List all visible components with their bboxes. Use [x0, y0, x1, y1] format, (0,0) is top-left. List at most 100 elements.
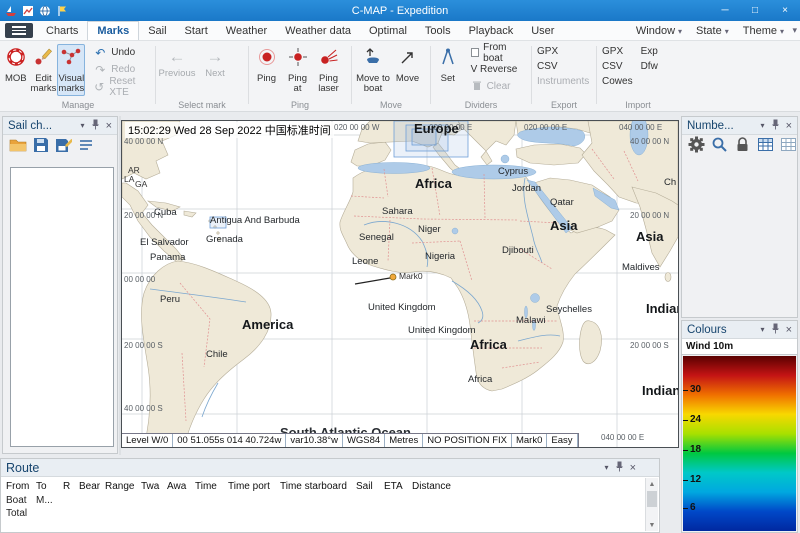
scale-tick — [683, 480, 688, 481]
chevron-down-icon: ▾ — [725, 27, 729, 36]
move-to-boat-button[interactable]: Move to boat — [354, 44, 392, 96]
chevron-down-icon[interactable]: ▾ — [81, 121, 85, 130]
import-exp-button[interactable]: Exp — [638, 44, 661, 59]
route-scrollbar[interactable]: ▲ ▼ — [645, 478, 658, 531]
tab-tools[interactable]: Tools — [416, 21, 460, 40]
tab-playback[interactable]: Playback — [460, 21, 523, 40]
ribbon-collapse-chevron[interactable]: ▾ — [792, 25, 797, 36]
import-cowes-button[interactable]: Cowes — [599, 74, 636, 89]
pin-icon[interactable] — [771, 323, 780, 337]
from-boat-option[interactable]: From boat — [468, 44, 529, 61]
edit-marks-button[interactable]: Edit marks — [30, 44, 58, 96]
ping-laser-button[interactable]: Ping laser — [313, 44, 344, 96]
menu-label: State — [696, 25, 722, 37]
chart-map[interactable]: 020 00 00 W000 00 00 E020 00 00 E040 00 … — [121, 120, 679, 448]
grid-alt-icon[interactable] — [780, 136, 797, 158]
visual-marks-button[interactable]: Visual marks — [57, 44, 85, 96]
export-gpx-button[interactable]: GPX — [534, 44, 592, 59]
route-panel-header[interactable]: Route ▾ × — [1, 459, 659, 477]
mark0-symbol[interactable] — [390, 274, 396, 280]
app-window: C-MAP - Expedition ─ □ × ChartsMarksSail… — [0, 0, 800, 533]
route-rows: BoatM...Total — [1, 494, 659, 520]
tab-weather[interactable]: Weather — [217, 21, 276, 40]
group-label-manage: Manage — [2, 100, 154, 110]
menu-state[interactable]: State▾ — [696, 25, 729, 37]
window-title: C-MAP - Expedition — [0, 5, 800, 17]
map-canvas[interactable] — [122, 121, 678, 447]
move-to-boat-label: Move to boat — [355, 74, 391, 95]
next-mark-button[interactable]: → Next — [196, 44, 234, 96]
close-icon[interactable]: × — [106, 121, 112, 131]
set-dividers-button[interactable]: Set — [433, 44, 463, 96]
status-segment: var10.38°w — [286, 434, 343, 447]
scroll-up-icon[interactable]: ▲ — [646, 478, 658, 490]
list-icon[interactable] — [78, 138, 94, 157]
minimize-button[interactable]: ─ — [710, 0, 740, 21]
from-boat-checkbox[interactable] — [471, 48, 480, 57]
route-row[interactable]: BoatM... — [1, 494, 659, 507]
sail-chart-panel-header[interactable]: Sail ch... ▾ × — [3, 117, 117, 135]
close-button[interactable]: × — [770, 0, 800, 21]
import-gpx-button[interactable]: GPX — [599, 44, 636, 59]
tab-start[interactable]: Start — [176, 21, 217, 40]
numbers-toolbar — [682, 135, 797, 159]
reset-xte-button[interactable]: ↺Reset XTE — [90, 78, 154, 95]
import-dfw-button[interactable]: Dfw — [638, 59, 661, 74]
close-icon[interactable]: × — [630, 463, 636, 473]
chevron-down-icon[interactable]: ▾ — [761, 121, 765, 130]
undo-button[interactable]: ↶Undo — [90, 44, 154, 61]
menu-theme[interactable]: Theme▾ — [743, 25, 784, 37]
numbers-panel-header[interactable]: Numbe... ▾ × — [682, 117, 797, 135]
close-icon[interactable]: × — [786, 121, 792, 131]
clear-dividers-button[interactable]: Clear — [468, 78, 529, 95]
export-instruments-button[interactable]: Instruments — [534, 74, 592, 89]
import-csv-button[interactable]: CSV — [599, 59, 636, 74]
route-row[interactable]: Total — [1, 507, 659, 520]
move-button[interactable]: Move — [392, 44, 423, 96]
status-segment: Level W/0 — [122, 434, 173, 447]
ribbon: MOB Edit marks Visual marks ↶Undo ↷Redo … — [0, 41, 800, 112]
tab-optimal[interactable]: Optimal — [360, 21, 416, 40]
trash-icon — [471, 79, 483, 94]
route-column-header: Sail — [356, 481, 384, 492]
import-cowes-label: Cowes — [602, 76, 633, 87]
close-icon[interactable]: × — [786, 325, 792, 335]
maximize-button[interactable]: □ — [740, 0, 770, 21]
ribbon-group-dividers: Set From boat V Reverse Clear Dividers — [433, 41, 529, 111]
tab-charts[interactable]: Charts — [37, 21, 87, 40]
open-folder-icon[interactable] — [9, 137, 27, 158]
ping-button[interactable]: Ping — [251, 44, 282, 96]
scroll-thumb[interactable] — [647, 491, 657, 507]
mob-button[interactable]: MOB — [2, 44, 30, 96]
colour-scale: 302418126 — [683, 356, 796, 531]
search-icon[interactable] — [711, 136, 728, 158]
gear-icon[interactable] — [688, 136, 705, 158]
previous-mark-button[interactable]: ← Previous — [158, 44, 196, 96]
app-menu-button[interactable] — [5, 23, 33, 38]
chevron-down-icon[interactable]: ▾ — [761, 325, 765, 334]
lock-icon[interactable] — [734, 136, 751, 158]
tab-user[interactable]: User — [522, 21, 563, 40]
tab-marks[interactable]: Marks — [87, 21, 139, 40]
scroll-down-icon[interactable]: ▼ — [646, 519, 658, 531]
mob-icon — [5, 47, 27, 72]
chevron-down-icon[interactable]: ▾ — [605, 463, 609, 472]
save-edit-icon[interactable] — [55, 137, 72, 158]
set-dividers-label: Set — [441, 74, 455, 84]
group-label-select-mark: Select mark — [158, 100, 246, 110]
save-icon[interactable] — [33, 137, 49, 158]
pin-icon[interactable] — [91, 119, 100, 133]
pin-icon[interactable] — [615, 461, 624, 475]
grid-icon[interactable] — [757, 136, 774, 158]
colours-panel-header[interactable]: Colours ▾ × — [682, 321, 797, 339]
ping-at-button[interactable]: Ping at — [282, 44, 313, 96]
tab-weather-data[interactable]: Weather data — [276, 21, 360, 40]
export-csv-button[interactable]: CSV — [534, 59, 592, 74]
reverse-button[interactable]: V Reverse — [468, 61, 529, 78]
colour-layer-label[interactable]: Wind 10m — [682, 339, 797, 355]
import-dfw-label: Dfw — [641, 61, 658, 72]
tab-sail[interactable]: Sail — [139, 21, 175, 40]
menu-window[interactable]: Window▾ — [636, 25, 682, 37]
pin-icon[interactable] — [771, 119, 780, 133]
sail-chart-list[interactable] — [10, 167, 114, 447]
